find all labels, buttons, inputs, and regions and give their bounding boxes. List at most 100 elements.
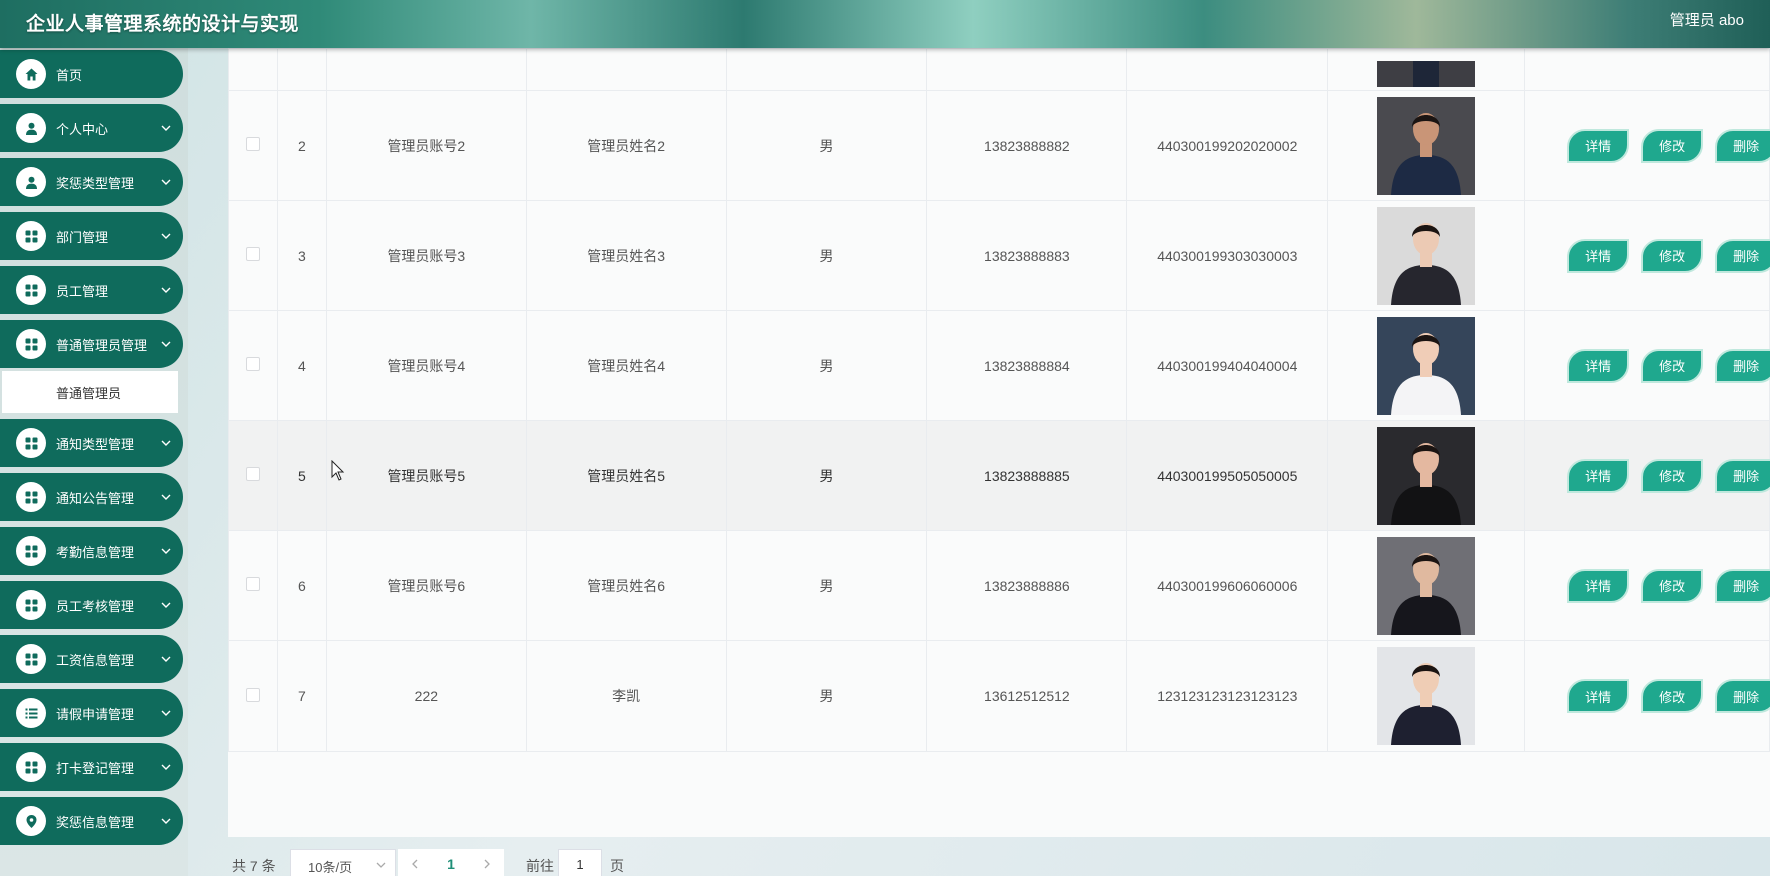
sidebar-subitem-regular-admin[interactable]: 普通管理员 bbox=[2, 371, 178, 413]
sidebar-item-label: 奖惩信息管理 bbox=[56, 814, 135, 830]
edit-button[interactable]: 修改 bbox=[1641, 348, 1704, 383]
table-row: 5 管理员账号5 管理员姓名5 男 13823888885 440300199505050… bbox=[228, 420, 1770, 531]
sidebar-item-label: 个人中心 bbox=[56, 121, 109, 137]
detail-button[interactable]: 详情 bbox=[1567, 128, 1630, 163]
delete-button[interactable]: 删除 bbox=[1715, 458, 1770, 493]
name-cell: 管理员姓名2 bbox=[525, 90, 727, 201]
edit-button[interactable]: 修改 bbox=[1641, 238, 1704, 273]
account-cell: 222 bbox=[325, 640, 527, 752]
table-cell bbox=[926, 48, 1128, 91]
sidebar-item-7[interactable]: 通知公告管理 bbox=[0, 473, 183, 521]
index-cell: 7 bbox=[276, 640, 327, 752]
gender-cell: 男 bbox=[725, 90, 928, 201]
row-checkbox[interactable] bbox=[245, 467, 260, 481]
edit-button[interactable]: 修改 bbox=[1641, 679, 1704, 713]
checkbox-cell bbox=[228, 640, 278, 752]
detail-button[interactable]: 详情 bbox=[1567, 679, 1630, 713]
table-cell bbox=[1524, 48, 1770, 91]
sidebar-icon-wrap bbox=[16, 59, 46, 89]
sidebar-item-5[interactable]: 普通管理员管理 bbox=[0, 320, 183, 368]
avatar-photo[interactable] bbox=[1377, 536, 1476, 635]
prev-page-icon[interactable] bbox=[410, 858, 420, 870]
grid-icon bbox=[25, 761, 37, 773]
sidebar-item-1[interactable]: 个人中心 bbox=[0, 104, 183, 152]
page-size-value: 10条/页 bbox=[308, 860, 353, 875]
table-row: 2 管理员账号2 管理员姓名2 男 13823888882 440300199202020… bbox=[228, 90, 1770, 201]
chevron-down-icon bbox=[161, 341, 171, 347]
grid-icon bbox=[25, 338, 37, 350]
data-table-panel: 2 管理员账号2 管理员姓名2 男 13823888882 440300199202020… bbox=[228, 48, 1770, 837]
chevron-down-icon bbox=[161, 287, 171, 293]
chevron-down-icon bbox=[161, 602, 171, 608]
detail-button[interactable]: 详情 bbox=[1567, 238, 1630, 273]
delete-button[interactable]: 删除 bbox=[1715, 238, 1770, 273]
row-checkbox[interactable] bbox=[245, 137, 260, 151]
detail-button[interactable]: 详情 bbox=[1567, 348, 1630, 383]
sidebar-item-0[interactable]: 首页 bbox=[0, 50, 183, 98]
id-number-cell: 440300199303030003 bbox=[1126, 200, 1329, 311]
phone-cell: 13823888882 bbox=[926, 90, 1128, 201]
goto-page-value: 1 bbox=[576, 857, 584, 872]
row-checkbox[interactable] bbox=[245, 687, 260, 702]
sidebar-item-9[interactable]: 员工考核管理 bbox=[0, 581, 183, 629]
id-number-cell: 440300199202020002 bbox=[1126, 90, 1329, 201]
detail-button[interactable]: 详情 bbox=[1567, 568, 1630, 603]
photo-cell bbox=[1327, 310, 1526, 421]
delete-button[interactable]: 删除 bbox=[1715, 348, 1770, 383]
chevron-down-icon bbox=[161, 548, 171, 554]
sidebar-item-label: 工资信息管理 bbox=[56, 652, 135, 668]
sidebar-item-2[interactable]: 奖惩类型管理 bbox=[0, 158, 183, 206]
grid-icon bbox=[25, 599, 37, 611]
account-cell: 管理员账号4 bbox=[325, 310, 527, 421]
goto-page-input[interactable]: 1 bbox=[558, 849, 602, 876]
avatar-photo[interactable] bbox=[1377, 316, 1476, 415]
chevron-down-icon bbox=[161, 818, 171, 824]
photo-cell bbox=[1327, 420, 1526, 531]
pagination: 共 7 条 10条/页 1 前往 1 页 bbox=[228, 837, 1770, 876]
row-checkbox[interactable] bbox=[245, 247, 260, 261]
row-checkbox[interactable] bbox=[245, 577, 260, 591]
table-cell bbox=[1126, 48, 1329, 91]
table-cell bbox=[228, 48, 278, 91]
sidebar-item-12[interactable]: 打卡登记管理 bbox=[0, 743, 183, 791]
sidebar-item-8[interactable]: 考勤信息管理 bbox=[0, 527, 183, 575]
phone-cell: 13612512512 bbox=[926, 640, 1128, 752]
sidebar-item-4[interactable]: 员工管理 bbox=[0, 266, 183, 314]
sidebar-item-6[interactable]: 通知类型管理 bbox=[0, 419, 183, 467]
sidebar-item-11[interactable]: 请假申请管理 bbox=[0, 689, 183, 737]
chevron-down-icon bbox=[161, 179, 171, 185]
actions-cell: 详情 修改 删除 bbox=[1524, 530, 1770, 641]
sidebar-icon-wrap bbox=[16, 806, 46, 836]
sidebar-item-10[interactable]: 工资信息管理 bbox=[0, 635, 183, 683]
checkbox-cell bbox=[228, 310, 278, 421]
sidebar-item-label: 部门管理 bbox=[56, 229, 109, 245]
edit-button[interactable]: 修改 bbox=[1641, 458, 1704, 493]
index-cell: 6 bbox=[276, 530, 327, 641]
app-title: 企业人事管理系统的设计与实现 bbox=[26, 14, 300, 35]
chevron-down-icon bbox=[161, 233, 171, 239]
sidebar-icon-wrap bbox=[16, 113, 46, 143]
current-page-button[interactable]: 1 bbox=[447, 856, 455, 872]
delete-button[interactable]: 删除 bbox=[1715, 568, 1770, 603]
phone-cell: 13823888883 bbox=[926, 200, 1128, 311]
sidebar-icon-wrap bbox=[16, 590, 46, 620]
avatar-photo[interactable] bbox=[1377, 426, 1476, 525]
delete-button[interactable]: 删除 bbox=[1715, 679, 1770, 713]
avatar-photo[interactable] bbox=[1377, 206, 1476, 305]
checkbox-cell bbox=[228, 530, 278, 641]
detail-button[interactable]: 详情 bbox=[1567, 458, 1630, 493]
sidebar-item-13[interactable]: 奖惩信息管理 bbox=[0, 797, 183, 845]
avatar-photo[interactable] bbox=[1377, 647, 1476, 745]
edit-button[interactable]: 修改 bbox=[1641, 568, 1704, 603]
sidebar-item-3[interactable]: 部门管理 bbox=[0, 212, 183, 260]
row-checkbox[interactable] bbox=[245, 357, 260, 371]
page-size-select[interactable]: 10条/页 bbox=[290, 849, 396, 876]
sidebar-icon-wrap bbox=[16, 275, 46, 305]
delete-button[interactable]: 删除 bbox=[1715, 128, 1770, 163]
current-user[interactable]: 管理员 abo bbox=[1670, 9, 1744, 30]
avatar-photo[interactable] bbox=[1377, 96, 1476, 195]
user-icon bbox=[25, 122, 37, 135]
edit-button[interactable]: 修改 bbox=[1641, 128, 1704, 163]
next-page-icon[interactable] bbox=[482, 858, 492, 870]
table-row-partial bbox=[228, 48, 1770, 91]
